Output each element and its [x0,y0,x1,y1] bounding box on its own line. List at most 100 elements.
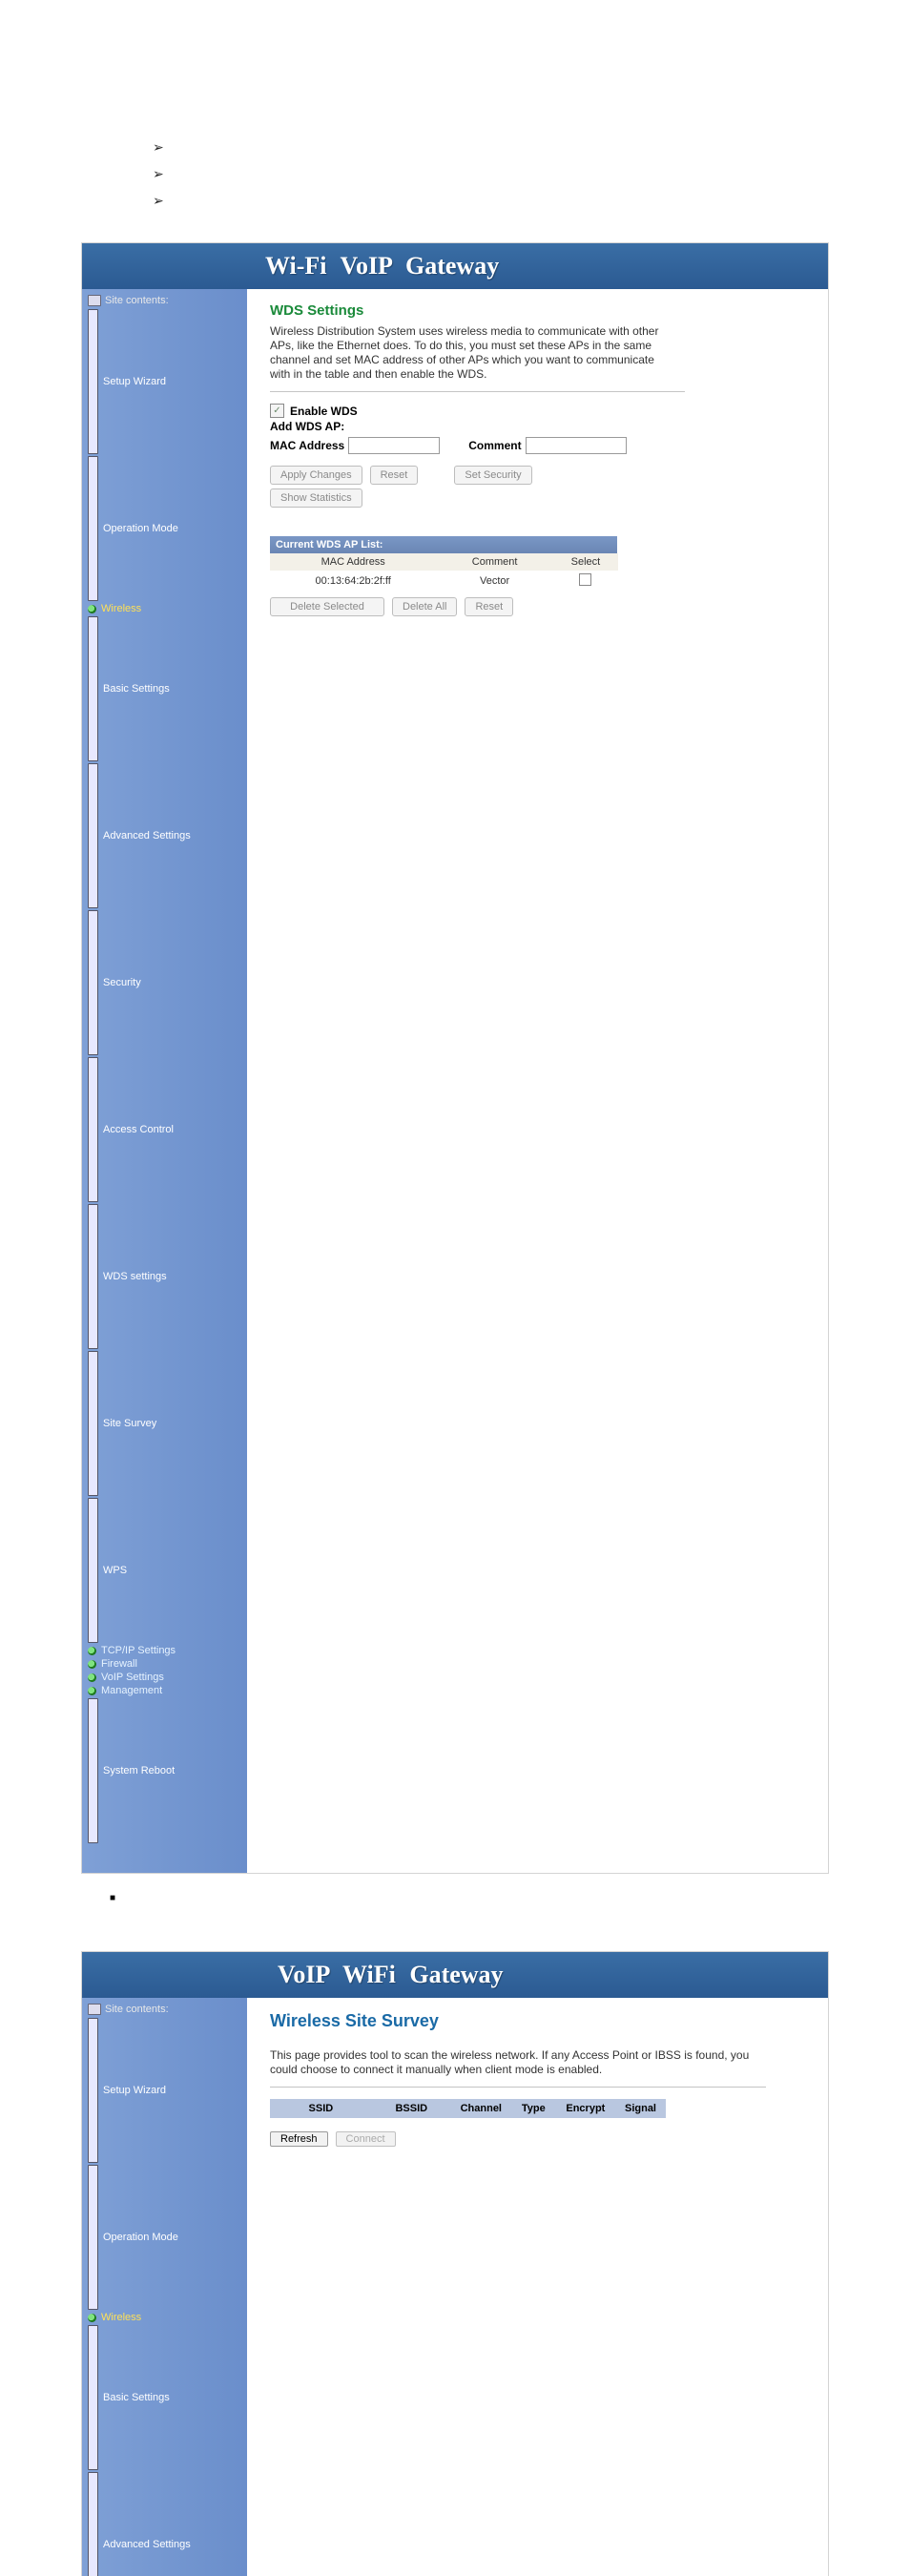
th-type: Type [511,2099,556,2118]
enable-wds-label: Enable WDS [290,405,358,418]
sidebar-item-label: Setup Wizard [103,376,166,387]
page-icon [88,1057,98,1202]
sidebar-item-operation-mode[interactable]: Operation Mode [88,455,243,602]
apply-changes-button[interactable]: Apply Changes [270,466,362,485]
sidebar-item-label: Setup Wizard [103,2085,166,2096]
monitor-icon [88,2004,101,2015]
sidebar-title: Site contents: [88,2004,243,2015]
reset-button[interactable]: Reset [370,466,419,485]
delete-selected-button[interactable]: Delete Selected [270,597,384,616]
sidebar-item-label: Security [103,977,141,988]
comment-label: Comment [468,439,521,452]
divider [270,2087,766,2088]
sidebar-item-basic-settings[interactable]: Basic Settings [88,615,243,762]
page-icon [88,1351,98,1496]
sidebar-item-voip-settings[interactable]: VoIP Settings [88,1671,243,1684]
folder-icon [88,1647,96,1655]
sidebar-item-label: Wireless [101,2312,141,2323]
th-ssid: SSID [270,2099,372,2118]
page-icon [88,309,98,454]
sidebar-item-access-control[interactable]: Access Control [88,1056,243,1203]
sidebar-item-label: TCP/IP Settings [101,1645,176,1656]
enable-wds-checkbox[interactable]: ✓ [270,404,284,418]
page-title: WDS Settings [270,302,796,319]
row-select-checkbox[interactable] [579,573,591,586]
sidebar: Site contents: Setup Wizard Operation Mo… [82,1998,247,2576]
reset-list-button[interactable]: Reset [465,597,513,616]
page-icon [88,2325,98,2470]
sidebar-item-management[interactable]: Management [88,1684,243,1697]
square-bullet: ■ [110,1893,910,1903]
connect-button[interactable]: Connect [336,2131,396,2147]
site-survey-table: SSID BSSID Channel Type Encrypt Signal [270,2099,666,2118]
sidebar-item-label: Basic Settings [103,683,170,695]
sidebar-title-text: Site contents: [105,2004,169,2015]
sidebar-item-label: WPS [103,1565,127,1576]
add-wds-ap-label: Add WDS AP: [270,420,796,433]
sidebar-item-system-reboot[interactable]: System Reboot [88,1697,243,1844]
folder-open-icon [88,2314,96,2322]
sidebar-item-wds-settings[interactable]: WDS settings [88,1203,243,1350]
cell-mac: 00:13:64:2b:2f:ff [270,571,436,592]
sidebar-item-label: Access Control [103,1124,174,1135]
th-signal: Signal [615,2099,666,2118]
page-icon [88,1498,98,1643]
delete-all-button[interactable]: Delete All [392,597,457,616]
sidebar-item-label: System Reboot [103,1765,175,1776]
sidebar-item-wps[interactable]: WPS [88,1497,243,1644]
th-select: Select [553,553,618,571]
page-icon [88,1698,98,1843]
arrow-icon: ➢ [153,139,164,155]
show-statistics-button[interactable]: Show Statistics [270,488,362,508]
sidebar: Site contents: Setup Wizard Operation Mo… [82,289,247,1873]
folder-icon [88,1673,96,1682]
cell-comment: Vector [436,571,552,592]
sidebar-item-label: Firewall [101,1658,137,1670]
sidebar-title-text: Site contents: [105,295,169,306]
sidebar-item-label: Basic Settings [103,2392,170,2403]
th-encrypt: Encrypt [556,2099,615,2118]
sidebar-item-label: Advanced Settings [103,830,191,841]
sidebar-item-label: VoIP Settings [101,1672,164,1683]
folder-icon [88,1687,96,1695]
sidebar-title: Site contents: [88,295,243,306]
sidebar-item-operation-mode[interactable]: Operation Mode [88,2164,243,2311]
banner-title: VoIP WiFi Gateway [82,1952,828,1998]
page-description: Wireless Distribution System uses wirele… [270,324,671,382]
banner-title: Wi-Fi VoIP Gateway [82,243,828,289]
sidebar-item-advanced-settings[interactable]: Advanced Settings [88,2471,243,2576]
sidebar-item-firewall[interactable]: Firewall [88,1657,243,1671]
arrow-icon: ➢ [153,193,164,208]
wds-list-caption: Current WDS AP List: [270,536,617,553]
sidebar-item-label: Site Survey [103,1418,156,1429]
sidebar-item-basic-settings[interactable]: Basic Settings [88,2324,243,2471]
th-mac: MAC Address [270,553,436,571]
sidebar-item-setup-wizard[interactable]: Setup Wizard [88,2017,243,2164]
arrow-icon: ➢ [153,166,164,181]
sidebar-item-setup-wizard[interactable]: Setup Wizard [88,308,243,455]
sidebar-item-tcpip-settings[interactable]: TCP/IP Settings [88,1644,243,1657]
sidebar-item-wireless[interactable]: Wireless [88,602,243,615]
mac-address-label: MAC Address [270,439,344,452]
content-area: WDS Settings Wireless Distribution Syste… [247,289,828,1873]
refresh-button[interactable]: Refresh [270,2131,328,2147]
page-icon [88,456,98,601]
folder-icon [88,1660,96,1669]
page-description: This page provides tool to scan the wire… [270,2048,766,2077]
set-security-button[interactable]: Set Security [454,466,531,485]
sidebar-item-wireless[interactable]: Wireless [88,2311,243,2324]
table-row: 00:13:64:2b:2f:ff Vector [270,571,618,592]
page-icon [88,763,98,908]
monitor-icon [88,295,101,306]
sidebar-item-advanced-settings[interactable]: Advanced Settings [88,762,243,909]
comment-input[interactable] [526,437,627,454]
divider [270,391,685,392]
sidebar-item-site-survey[interactable]: Site Survey [88,1350,243,1497]
sidebar-item-label: Advanced Settings [103,2539,191,2550]
sidebar-item-label: Operation Mode [103,523,178,534]
page-icon [88,2018,98,2163]
mac-address-input[interactable] [348,437,440,454]
sidebar-item-security[interactable]: Security [88,909,243,1056]
page-icon [88,2472,98,2576]
wds-ap-table: MAC Address Comment Select 00:13:64:2b:2… [270,553,618,592]
